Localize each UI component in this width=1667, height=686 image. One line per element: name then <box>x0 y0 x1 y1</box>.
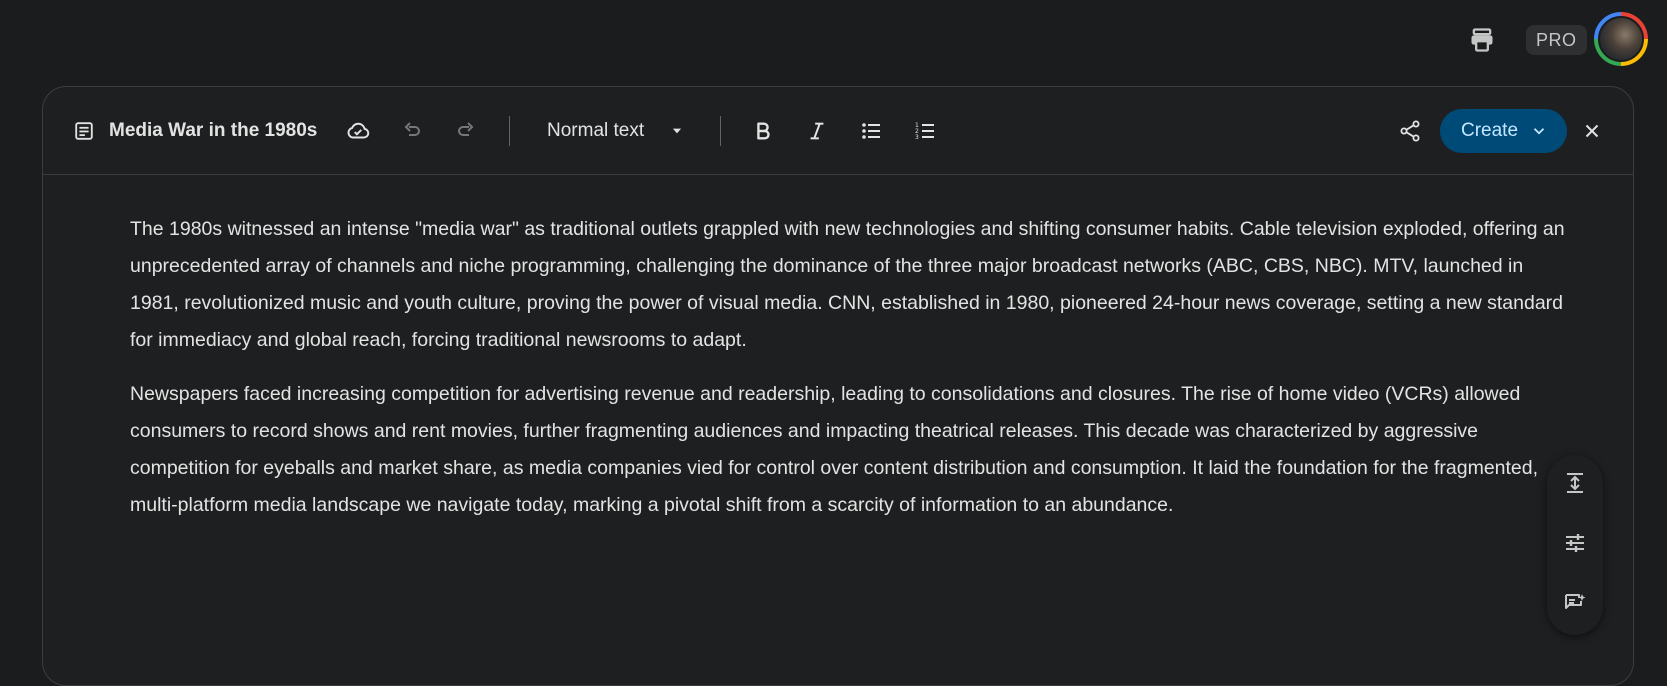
create-button-label: Create <box>1461 120 1519 141</box>
bold-icon[interactable] <box>748 116 778 146</box>
printer-icon[interactable] <box>1466 24 1498 56</box>
toolbar-divider <box>720 116 721 146</box>
side-tools-panel <box>1547 455 1603 635</box>
paragraph[interactable]: The 1980s witnessed an intense "media wa… <box>130 211 1570 359</box>
redo-icon[interactable] <box>451 116 481 146</box>
svg-text:3: 3 <box>915 134 919 141</box>
expand-length-icon[interactable] <box>1559 467 1591 499</box>
document-title-area: Media War in the 1980s <box>73 116 317 146</box>
toolbar-divider <box>509 116 510 146</box>
text-style-select[interactable]: Normal text <box>543 115 684 147</box>
text-style-label: Normal text <box>547 120 645 141</box>
document-body[interactable]: The 1980s witnessed an intense "media wa… <box>130 211 1570 541</box>
close-icon[interactable] <box>1577 116 1607 146</box>
document-title[interactable]: Media War in the 1980s <box>109 120 317 142</box>
create-button[interactable]: Create <box>1440 109 1567 153</box>
top-bar: PRO <box>0 0 1667 80</box>
tune-icon[interactable] <box>1559 527 1591 559</box>
avatar-image <box>1598 16 1644 62</box>
cloud-sync-icon[interactable] <box>343 116 373 146</box>
document-icon <box>73 120 95 142</box>
chevron-down-icon <box>1530 122 1548 140</box>
bulleted-list-icon[interactable] <box>856 116 886 146</box>
editor-toolbar: Media War in the 1980s Normal text 1 2 3… <box>43 87 1633 175</box>
canvas-editor: Media War in the 1980s Normal text 1 2 3… <box>42 86 1634 686</box>
italic-icon[interactable] <box>802 116 832 146</box>
share-icon[interactable] <box>1395 116 1425 146</box>
numbered-list-icon[interactable]: 1 2 3 <box>910 116 940 146</box>
pro-badge: PRO <box>1526 25 1587 55</box>
undo-icon[interactable] <box>397 116 427 146</box>
paragraph[interactable]: Newspapers faced increasing competition … <box>130 376 1570 524</box>
add-note-icon[interactable] <box>1559 587 1591 619</box>
avatar[interactable] <box>1594 12 1648 66</box>
caret-down-icon <box>670 124 684 138</box>
